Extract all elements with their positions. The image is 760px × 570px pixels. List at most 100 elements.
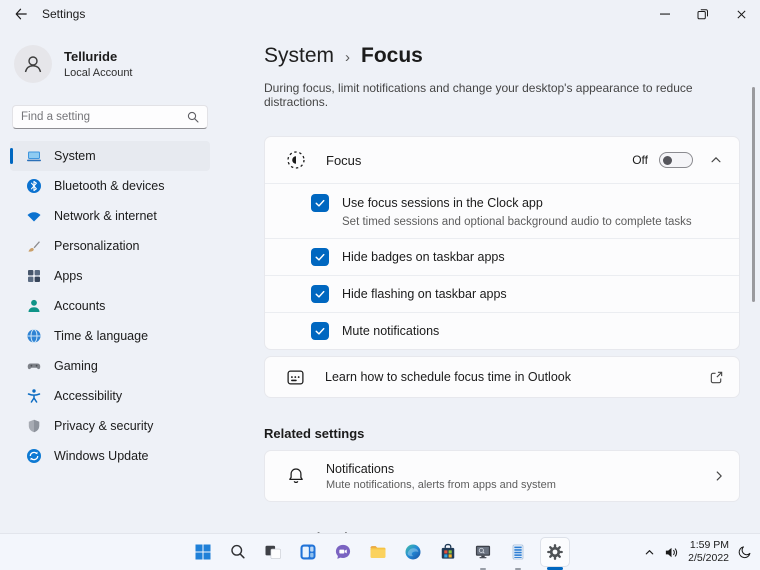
- task-view-icon: [263, 542, 283, 562]
- gear-icon: [545, 542, 565, 562]
- focus-toggle[interactable]: [659, 152, 693, 168]
- main-content: System › Focus During focus, limit notif…: [264, 28, 740, 565]
- chevron-right-icon: [712, 469, 726, 483]
- back-arrow-icon: [14, 7, 28, 21]
- sidebar-item-apps[interactable]: Apps: [10, 261, 210, 291]
- taskbar: 1:59 PM 2/5/2022: [0, 533, 760, 570]
- option-row-hide-badges[interactable]: Hide badges on taskbar apps: [265, 238, 739, 275]
- taskbar-apps: [190, 534, 570, 570]
- close-button[interactable]: [722, 0, 760, 28]
- settings-app-button[interactable]: [540, 537, 570, 570]
- sidebar-item-accounts[interactable]: Accounts: [10, 291, 210, 321]
- focus-card: Focus Off Use focus sessions in the Cloc…: [264, 136, 740, 350]
- taskbar-search-button[interactable]: [225, 539, 251, 565]
- wifi-icon: [26, 208, 42, 224]
- speaker-icon[interactable]: [664, 545, 679, 560]
- sidebar-item-system[interactable]: System: [10, 141, 210, 171]
- user-profile[interactable]: Telluride Local Account: [14, 45, 133, 83]
- tray-date: 2/5/2022: [688, 552, 729, 564]
- shield-icon: [26, 418, 42, 434]
- brush-icon: [26, 238, 42, 254]
- sidebar-item-label: Privacy & security: [54, 419, 154, 433]
- focus-assist-moon-icon[interactable]: [738, 545, 752, 559]
- toggle-knob: [663, 155, 672, 165]
- widgets-button[interactable]: [295, 539, 321, 565]
- window-controls: [646, 0, 760, 28]
- sidebar-item-gaming[interactable]: Gaming: [10, 351, 210, 381]
- focus-icon: [286, 150, 306, 170]
- sidebar: Telluride Local Account System Bluetooth…: [0, 28, 250, 533]
- search-box[interactable]: [12, 105, 208, 129]
- notifications-title: Notifications: [326, 461, 395, 476]
- search-icon: [228, 542, 248, 562]
- bluetooth-icon: [26, 178, 42, 194]
- chat-button[interactable]: [330, 539, 356, 565]
- breadcrumb-separator: ›: [345, 49, 351, 66]
- system-icon: [26, 148, 42, 164]
- start-button[interactable]: [190, 539, 216, 565]
- checkbox-checked[interactable]: [311, 194, 329, 212]
- checkmark-icon: [314, 288, 326, 300]
- sidebar-item-privacy-security[interactable]: Privacy & security: [10, 411, 210, 441]
- option-label: Mute notifications: [342, 324, 440, 338]
- store-button[interactable]: [435, 539, 461, 565]
- sidebar-item-accessibility[interactable]: Accessibility: [10, 381, 210, 411]
- apps-grid-icon: [26, 268, 42, 284]
- restore-button[interactable]: [684, 0, 722, 28]
- breadcrumb-system-link[interactable]: System: [264, 44, 334, 68]
- tray-chevron-up-icon[interactable]: [644, 547, 655, 558]
- sidebar-item-label: Network & internet: [54, 209, 157, 223]
- focus-header-row[interactable]: Focus Off: [265, 137, 739, 183]
- accounts-person-icon: [26, 298, 42, 314]
- search-input[interactable]: [21, 111, 187, 123]
- widgets-icon: [298, 542, 318, 562]
- checkbox-checked[interactable]: [311, 285, 329, 303]
- sidebar-item-bluetooth-devices[interactable]: Bluetooth & devices: [10, 171, 210, 201]
- update-icon: [26, 448, 42, 464]
- outlook-link-card[interactable]: Learn how to schedule focus time in Outl…: [264, 356, 740, 398]
- sidebar-item-label: Time & language: [54, 329, 149, 343]
- gamepad-icon: [26, 358, 42, 374]
- sidebar-item-windows-update[interactable]: Windows Update: [10, 441, 210, 471]
- sidebar-item-personalization[interactable]: Personalization: [10, 231, 210, 261]
- sidebar-item-label: Accessibility: [54, 389, 123, 403]
- search-icon: [187, 111, 199, 123]
- window-title: Settings: [42, 7, 86, 21]
- sidebar-item-label: System: [54, 149, 96, 163]
- checkmark-icon: [314, 251, 326, 263]
- task-view-button[interactable]: [260, 539, 286, 565]
- person-icon: [21, 52, 45, 76]
- sidebar-item-label: Apps: [54, 269, 83, 283]
- monitor-app-button[interactable]: [470, 539, 496, 570]
- file-explorer-button[interactable]: [365, 539, 391, 565]
- sidebar-item-label: Gaming: [54, 359, 98, 373]
- clock[interactable]: 1:59 PM 2/5/2022: [688, 539, 729, 565]
- notifications-description: Mute notifications, alerts from apps and…: [326, 478, 556, 491]
- close-icon: [736, 9, 747, 20]
- sidebar-item-label: Bluetooth & devices: [54, 179, 165, 193]
- checkmark-icon: [314, 325, 326, 337]
- avatar: [14, 45, 52, 83]
- checkbox-checked[interactable]: [311, 248, 329, 266]
- sidebar-nav: System Bluetooth & devices Network & int…: [10, 141, 210, 471]
- notes-app-button[interactable]: [505, 539, 531, 570]
- back-button[interactable]: [0, 0, 42, 28]
- scrollbar[interactable]: [752, 87, 755, 302]
- option-row-hide-flashing[interactable]: Hide flashing on taskbar apps: [265, 275, 739, 312]
- sidebar-item-label: Accounts: [54, 299, 106, 313]
- notifications-card[interactable]: Notifications Mute notifications, alerts…: [264, 450, 740, 502]
- edge-button[interactable]: [400, 539, 426, 565]
- store-icon: [438, 542, 458, 562]
- sidebar-item-network-internet[interactable]: Network & internet: [10, 201, 210, 231]
- accessibility-icon: [26, 388, 42, 404]
- checkbox-checked[interactable]: [311, 322, 329, 340]
- restore-icon: [697, 8, 709, 20]
- globe-icon: [26, 328, 42, 344]
- option-row-mute-notifications[interactable]: Mute notifications: [265, 312, 739, 349]
- calendar-icon: [286, 368, 305, 387]
- sidebar-item-time-language[interactable]: Time & language: [10, 321, 210, 351]
- chevron-up-icon[interactable]: [709, 153, 723, 167]
- minimize-button[interactable]: [646, 0, 684, 28]
- option-row-focus-sessions[interactable]: Use focus sessions in the Clock app Set …: [265, 183, 739, 238]
- edge-icon: [403, 542, 423, 562]
